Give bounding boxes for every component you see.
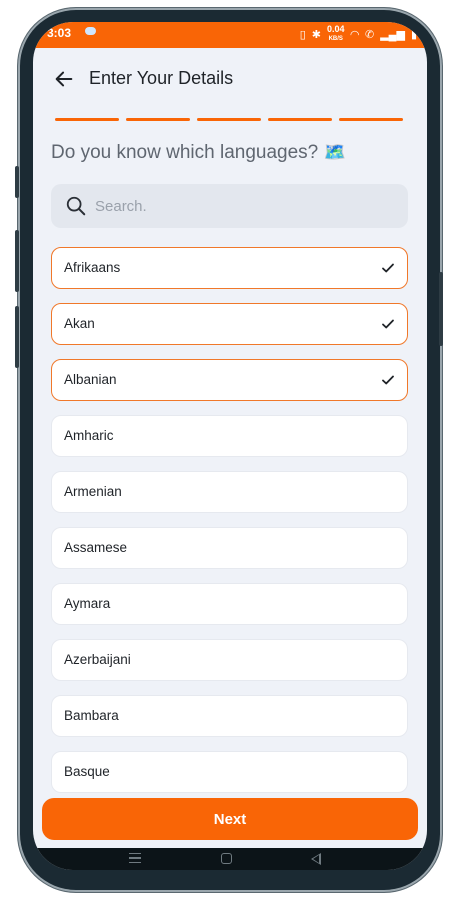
page-title: Enter Your Details (89, 68, 234, 88)
question-text: Do you know which languages? (51, 142, 319, 163)
signal-icon: ▂▄▆ (380, 28, 405, 41)
phone-side-button (15, 306, 19, 368)
language-item-basque[interactable]: Basque (51, 751, 408, 793)
battery-icon: ▮ (410, 28, 417, 41)
language-item-amharic[interactable]: Amharic (51, 415, 408, 457)
language-item-afrikaans[interactable]: Afrikaans (51, 247, 408, 289)
language-label: Assamese (64, 540, 128, 555)
progress-step (268, 118, 332, 121)
phone-side-button (439, 272, 443, 346)
language-label: Akan (64, 316, 95, 331)
language-item-azerbaijani[interactable]: Azerbaijani (51, 639, 408, 681)
network-speed-unit: KB/S (328, 36, 343, 42)
language-item-albanian[interactable]: Albanian (51, 359, 408, 401)
status-bar: 3:03 ▯ ✱ 0.04 KB/S ◠ ✆ ▂▄▆ ▮ (33, 22, 427, 48)
question-heading: Do you know which languages? 🗺️ (51, 142, 346, 164)
step-progress (55, 118, 403, 121)
progress-step (339, 118, 403, 121)
network-speed: 0.04 KB/S (327, 25, 345, 43)
search-bar[interactable] (51, 184, 408, 228)
next-button[interactable]: Next (42, 798, 418, 840)
language-label: Afrikaans (64, 260, 121, 275)
vibrate-icon: ▯ (299, 28, 306, 41)
map-emoji: 🗺️ (323, 142, 346, 162)
language-item-akan[interactable]: Akan (51, 303, 408, 345)
back-triangle-icon[interactable] (311, 853, 321, 865)
progress-step (55, 118, 119, 121)
language-label: Bambara (64, 708, 119, 723)
bluetooth-icon: ✱ (311, 28, 321, 41)
wifi-icon: ◠ (350, 28, 359, 41)
check-icon (382, 263, 394, 273)
check-icon (382, 375, 394, 385)
status-time: 3:03 (47, 26, 72, 40)
language-label: Aymara (64, 596, 111, 611)
phone-side-button (15, 230, 19, 292)
system-nav-bar (33, 848, 427, 870)
language-label: Amharic (64, 428, 114, 443)
language-item-armenian[interactable]: Armenian (51, 471, 408, 513)
language-item-aymara[interactable]: Aymara (51, 583, 408, 625)
language-item-bambara[interactable]: Bambara (51, 695, 408, 737)
app-screen: 3:03 ▯ ✱ 0.04 KB/S ◠ ✆ ▂▄▆ ▮ Enter Your … (33, 22, 427, 870)
network-speed-value: 0.04 (327, 24, 345, 34)
language-label: Basque (64, 764, 110, 779)
phone-side-button (15, 166, 19, 198)
progress-step (197, 118, 261, 121)
search-icon (66, 196, 86, 216)
arrow-left-icon[interactable] (53, 68, 75, 90)
page-header: Enter Your Details (33, 62, 427, 98)
language-label: Azerbaijani (64, 652, 131, 667)
check-icon (382, 319, 394, 329)
cloud-icon (85, 27, 96, 35)
status-icons: ▯ ✱ 0.04 KB/S ◠ ✆ ▂▄▆ ▮ (300, 25, 417, 43)
progress-step (126, 118, 190, 121)
language-label: Armenian (64, 484, 122, 499)
call-icon: ✆ (365, 28, 375, 41)
search-input[interactable] (95, 192, 395, 220)
recent-apps-icon[interactable] (129, 853, 141, 863)
language-label: Albanian (64, 372, 117, 387)
home-icon[interactable] (221, 853, 232, 864)
language-item-assamese[interactable]: Assamese (51, 527, 408, 569)
